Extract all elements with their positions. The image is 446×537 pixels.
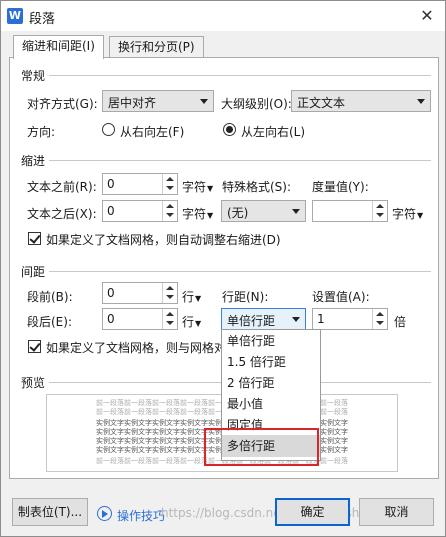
- line-spacing-select[interactable]: 单倍行距: [221, 308, 306, 330]
- spacing-heading: 间距: [21, 265, 46, 279]
- indent-before-label: 文本之前(R):: [27, 180, 97, 194]
- spin-down-icon[interactable]: [376, 321, 384, 325]
- indent-before-unit[interactable]: 字符▼: [182, 178, 213, 195]
- ltr-radio[interactable]: [223, 123, 236, 136]
- indent-divider: [49, 160, 431, 161]
- spin-down-icon[interactable]: [166, 213, 174, 217]
- special-format-value: (无): [227, 206, 249, 220]
- general-heading: 常规: [21, 69, 46, 83]
- setting-value-label: 设置值(A):: [312, 290, 370, 304]
- spin-down-icon[interactable]: [166, 295, 174, 299]
- outline-select[interactable]: 正文文本: [291, 90, 431, 112]
- chevron-down-icon: [292, 317, 300, 322]
- spin-down-icon[interactable]: [166, 321, 174, 325]
- measure-label: 度量值(Y):: [312, 180, 369, 194]
- spin-up-icon[interactable]: [376, 312, 384, 316]
- rtl-label[interactable]: 从右向左(F): [120, 123, 184, 140]
- ok-button[interactable]: 确定: [275, 498, 350, 526]
- setting-value-unit: 倍: [394, 315, 407, 329]
- space-before-value: 0: [107, 286, 115, 300]
- general-divider: [49, 75, 431, 76]
- indent-before-spinner[interactable]: 0: [102, 173, 178, 195]
- tips-link[interactable]: 操作技巧: [117, 507, 165, 524]
- spacing-grid-label[interactable]: 如果定义了文档网格，则与网格对: [46, 339, 226, 356]
- dialog-title: 段落: [29, 12, 56, 27]
- spacing-divider: [49, 271, 431, 272]
- indent-heading: 缩进: [21, 154, 46, 168]
- indent-before-value: 0: [107, 177, 115, 191]
- rtl-radio[interactable]: [102, 123, 115, 136]
- outline-value: 正文文本: [297, 96, 346, 110]
- indent-after-label: 文本之后(X):: [27, 207, 97, 221]
- cancel-button[interactable]: 取消: [359, 498, 434, 526]
- direction-label: 方向:: [27, 125, 56, 139]
- align-label: 对齐方式(G):: [27, 97, 98, 111]
- spin-down-icon[interactable]: [376, 213, 384, 217]
- line-spacing-option-single[interactable]: 单倍行距: [222, 330, 320, 352]
- play-icon[interactable]: [97, 506, 112, 521]
- tab-indent-spacing[interactable]: 缩进和间距(I): [13, 35, 104, 59]
- spacing-grid-checkbox[interactable]: [28, 340, 41, 353]
- space-after-value: 0: [107, 312, 115, 326]
- special-format-label: 特殊格式(S):: [222, 180, 292, 194]
- chevron-down-icon: [200, 99, 208, 104]
- setting-value-spinner[interactable]: 1: [312, 308, 388, 330]
- tab-stops-button[interactable]: 制表位(T)...: [12, 498, 88, 526]
- chevron-down-icon: [292, 209, 300, 214]
- indent-after-unit[interactable]: 字符▼: [182, 205, 213, 222]
- close-icon[interactable]: ✕: [409, 1, 445, 31]
- setting-value: 1: [317, 312, 325, 326]
- title-bar: W 段落 ✕: [1, 1, 445, 31]
- paragraph-dialog: W 段落 ✕ 缩进和间距(I) 换行和分页(P) 常规 对齐方式(G): 居中对…: [0, 0, 446, 537]
- outline-label: 大纲级别(O):: [221, 97, 292, 111]
- spin-up-icon[interactable]: [376, 204, 384, 208]
- space-before-spinner[interactable]: 0: [102, 282, 178, 304]
- indent-after-value: 0: [107, 204, 115, 218]
- special-format-select[interactable]: (无): [221, 200, 306, 222]
- measure-spinner[interactable]: [312, 200, 388, 222]
- preview-heading: 预览: [21, 376, 46, 390]
- align-select[interactable]: 居中对齐: [102, 90, 214, 112]
- tab-line-page-breaks[interactable]: 换行和分页(P): [109, 36, 204, 58]
- spin-up-icon[interactable]: [166, 177, 174, 181]
- chevron-down-icon: [417, 99, 425, 104]
- spin-down-icon[interactable]: [166, 186, 174, 190]
- spin-up-icon[interactable]: [166, 286, 174, 290]
- line-spacing-label: 行距(N):: [222, 290, 269, 304]
- space-before-label: 段前(B):: [27, 290, 73, 304]
- indent-grid-checkbox[interactable]: [28, 232, 41, 245]
- line-spacing-option-double[interactable]: 2 倍行距: [222, 372, 320, 394]
- space-before-unit[interactable]: 行▼: [182, 288, 201, 305]
- space-after-label: 段后(E):: [27, 315, 72, 329]
- line-spacing-option-1-5[interactable]: 1.5 倍行距: [222, 351, 320, 373]
- space-after-unit[interactable]: 行▼: [182, 313, 201, 330]
- space-after-spinner[interactable]: 0: [102, 308, 178, 330]
- ltr-label[interactable]: 从左向右(L): [241, 123, 305, 140]
- indent-grid-label[interactable]: 如果定义了文档网格，则自动调整右缩进(D): [46, 231, 281, 248]
- spin-up-icon[interactable]: [166, 204, 174, 208]
- measure-unit[interactable]: 字符▼: [392, 205, 423, 222]
- line-spacing-option-at-least[interactable]: 最小值: [222, 393, 320, 415]
- align-value: 居中对齐: [108, 96, 157, 110]
- highlight-annotation-box: [204, 428, 319, 466]
- line-spacing-value: 单倍行距: [227, 314, 276, 328]
- wps-writer-icon: W: [7, 8, 23, 24]
- indent-after-spinner[interactable]: 0: [102, 200, 178, 222]
- spin-up-icon[interactable]: [166, 312, 174, 316]
